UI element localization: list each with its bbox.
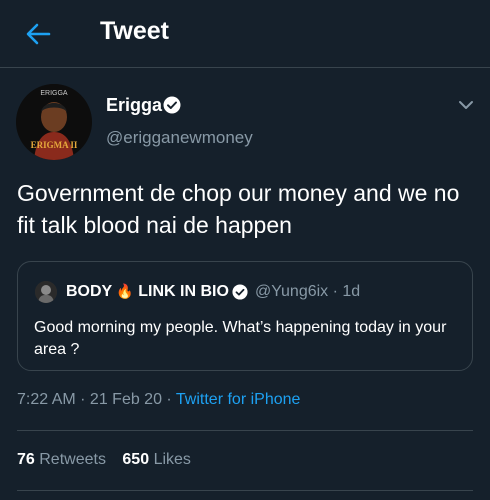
arrow-left-icon[interactable] [24,20,52,48]
quoted-avatar [35,281,57,303]
page-title: Tweet [100,17,169,45]
tweet-stats: 76 Retweets 650 Likes [17,451,191,469]
quoted-text: Good morning my people. What’s happening… [34,319,447,358]
quoted-handle-time: @Yung6ix · 1d [255,283,361,300]
avatar-logo-text: ERIGGA [40,90,68,97]
divider [17,490,473,491]
tweet-timestamp: 7:22 AM · 21 Feb 20 · [17,391,176,408]
header-bar: Tweet [0,0,490,68]
likes-stat[interactable]: 650 Likes [122,451,191,468]
chevron-down-icon[interactable] [457,96,475,114]
likes-count: 650 [122,451,150,468]
retweets-label: Retweets [39,451,106,468]
author-name[interactable]: Erigga [106,95,162,116]
fire-emoji-icon: 🔥 [116,283,134,299]
quoted-author-name: BODY 🔥 LINK IN BIO [66,283,229,301]
retweets-count: 76 [17,451,35,468]
avatar[interactable]: ERIGGA ERIGMA II [16,84,92,160]
tweet-source-link[interactable]: Twitter for iPhone [176,391,301,408]
retweets-stat[interactable]: 76 Retweets [17,451,106,468]
author-handle[interactable]: @erigganewmoney [106,128,253,148]
quoted-tweet-card[interactable]: BODY 🔥 LINK IN BIO @Yung6ix · 1d Good mo… [17,261,473,371]
quoted-name-part1: BODY [66,283,112,300]
avatar-album-text: ERIGMA II [31,140,78,150]
tweet-text: Government de chop our money and we no f… [17,180,460,238]
likes-label: Likes [153,451,191,468]
quoted-avatar-image [35,281,57,303]
tweet-meta: 7:22 AM · 21 Feb 20 · Twitter for iPhone [17,391,300,409]
quoted-verified-badge-icon [232,284,248,300]
verified-badge-icon [163,96,181,114]
quoted-name-part2: LINK IN BIO [138,283,229,300]
divider [17,430,473,431]
avatar-image: ERIGGA ERIGMA II [16,84,92,160]
